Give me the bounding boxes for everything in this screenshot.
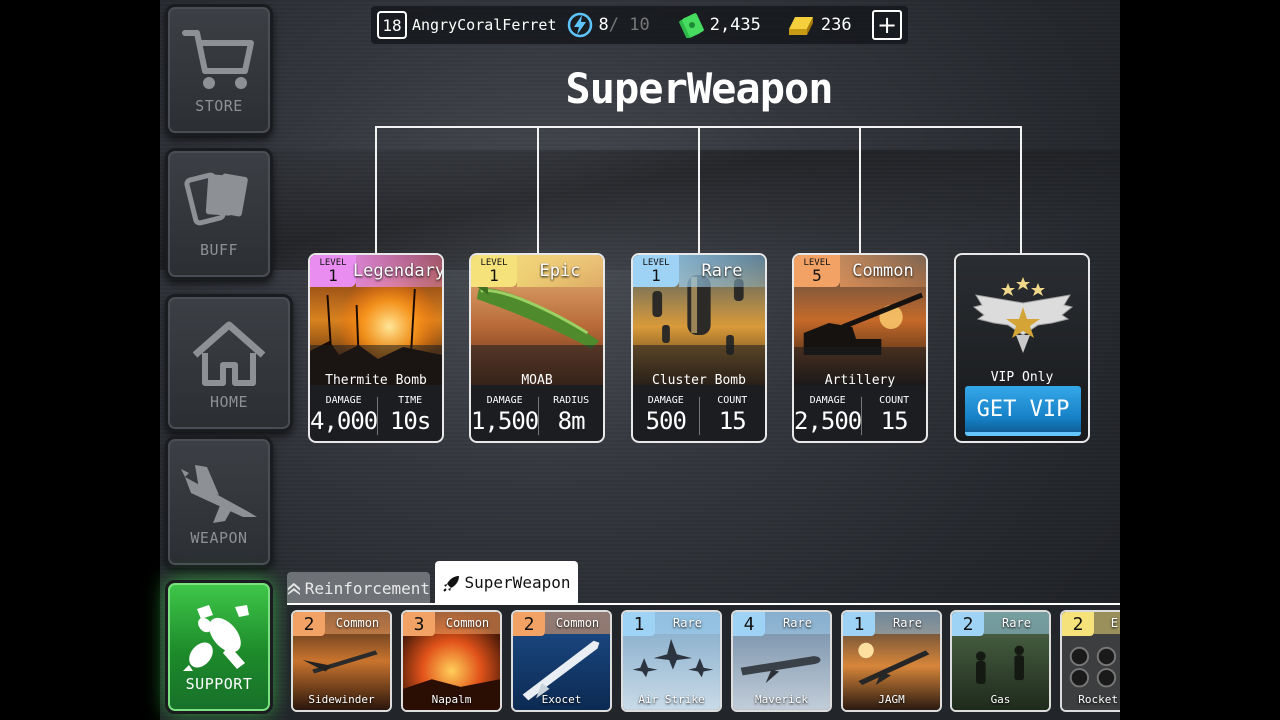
tab-superweapon-label: SuperWeapon [464, 573, 571, 592]
nav-home-button[interactable]: HOME [165, 294, 293, 432]
item-rarity-label: Rare [655, 612, 720, 634]
item-card-jagm[interactable]: 1 Rare JAGM [841, 610, 942, 712]
item-name: Air Strike [638, 693, 705, 706]
item-name: Exocet [541, 693, 582, 706]
card-level-badge: LEVEL 5 [794, 255, 840, 287]
item-level-badge: 1 [843, 612, 875, 636]
nav-support-button[interactable]: SUPPORT [165, 580, 273, 714]
vip-only-label: VIP Only [990, 370, 1054, 385]
item-card-air-strike[interactable]: 1 Rare Air Strike [621, 610, 722, 712]
item-rarity-label: Common [545, 612, 610, 634]
item-level-badge: 2 [952, 612, 984, 636]
nav-support-label: SUPPORT [185, 675, 253, 693]
nav-weapon-button[interactable]: WEAPON [165, 436, 273, 568]
item-rarity-label: E [1094, 612, 1120, 634]
cards-icon [184, 172, 248, 226]
card-rarity-label: Rare [679, 255, 765, 287]
card-rarity-label: Epic [517, 255, 603, 287]
item-name: Gas [990, 693, 1011, 706]
weapon-card-artillery[interactable]: LEVEL 5 Common Artillery DAMAGE 2,500 COUN… [792, 253, 928, 443]
weapon-card-moab[interactable]: LEVEL 1 Epic MOAB DAMAGE 1,500 RADIUS 8m [469, 253, 605, 443]
item-card-napalm[interactable]: 3 Common Napalm [401, 610, 502, 712]
card-weapon-name: Thermite Bomb [325, 373, 427, 388]
item-rarity-label: Rare [875, 612, 940, 634]
tab-superweapon[interactable]: SuperWeapon [435, 561, 578, 604]
item-card-rocket[interactable]: 2 E Rocket [1060, 610, 1120, 712]
nav-store-label: STORE [195, 97, 243, 115]
vip-card: VIP Only GET VIP [954, 253, 1090, 443]
item-rarity-label: Rare [984, 612, 1049, 634]
item-name: Napalm [431, 693, 472, 706]
rocket-icon [442, 575, 459, 592]
card-level-badge: LEVEL 1 [471, 255, 517, 287]
tab-reinforcement[interactable]: Reinforcement [287, 572, 430, 604]
nav-buff-label: BUFF [199, 241, 239, 259]
item-card-exocet[interactable]: 2 Common Exocet [511, 610, 612, 712]
card-weapon-name: MOAB [521, 373, 553, 388]
weapon-card-cluster-bomb[interactable]: LEVEL 1 Rare Cluster Bomb DAMAGE 500 COUNT… [631, 253, 767, 443]
home-icon [192, 321, 266, 386]
card-weapon-name: Cluster Bomb [652, 373, 746, 388]
cart-icon [182, 30, 254, 89]
item-name: Rocket [1078, 693, 1118, 706]
card-weapon-name: Artillery [824, 373, 896, 388]
item-rarity-label: Common [325, 612, 390, 634]
item-name: Sidewinder [308, 693, 375, 706]
item-level-badge: 2 [293, 612, 325, 636]
item-level-badge: 4 [733, 612, 765, 636]
item-card-maverick[interactable]: 4 Rare Maverick [731, 610, 832, 712]
nav-home-label: HOME [209, 393, 249, 411]
card-level-badge: LEVEL 1 [310, 255, 356, 287]
item-card-sidewinder[interactable]: 2 Common Sidewinder [291, 610, 392, 712]
card-stats: DAMAGE 2,500 COUNT 15 [794, 395, 910, 435]
nav-weapon-label: WEAPON [190, 529, 248, 547]
nav-buff-button[interactable]: BUFF [165, 148, 273, 280]
card-stats: DAMAGE 4,000 TIME 10s [310, 395, 431, 435]
weapon-card-thermite-bomb[interactable]: LEVEL 1 Legendary Thermite Bomb DAMAGE 4,0… [308, 253, 444, 443]
item-name: JAGM [878, 693, 905, 706]
nav-store-button[interactable]: STORE [165, 4, 273, 136]
item-rarity-label: Common [435, 612, 500, 634]
item-level-badge: 1 [623, 612, 655, 636]
eagle-emblem-icon [972, 277, 1074, 353]
card-rarity-label: Common [840, 255, 926, 287]
item-card-gas[interactable]: 2 Rare Gas [950, 610, 1051, 712]
tab-reinforcement-label: Reinforcement [304, 578, 430, 598]
chevron-rank-icon [287, 582, 300, 595]
card-level-badge: LEVEL 1 [633, 255, 679, 287]
item-name: Maverick [755, 693, 808, 706]
card-stats: DAMAGE 1,500 RADIUS 8m [471, 395, 590, 435]
item-level-badge: 3 [403, 612, 435, 636]
item-level-badge: 2 [1062, 612, 1094, 636]
card-rarity-label: Legendary [353, 255, 442, 287]
bombs-icon [183, 605, 249, 671]
item-level-badge: 2 [513, 612, 545, 636]
item-rarity-label: Rare [765, 612, 830, 634]
get-vip-button[interactable]: GET VIP [965, 386, 1081, 436]
jet-icon [181, 465, 257, 523]
card-stats: DAMAGE 500 COUNT 15 [645, 395, 748, 435]
